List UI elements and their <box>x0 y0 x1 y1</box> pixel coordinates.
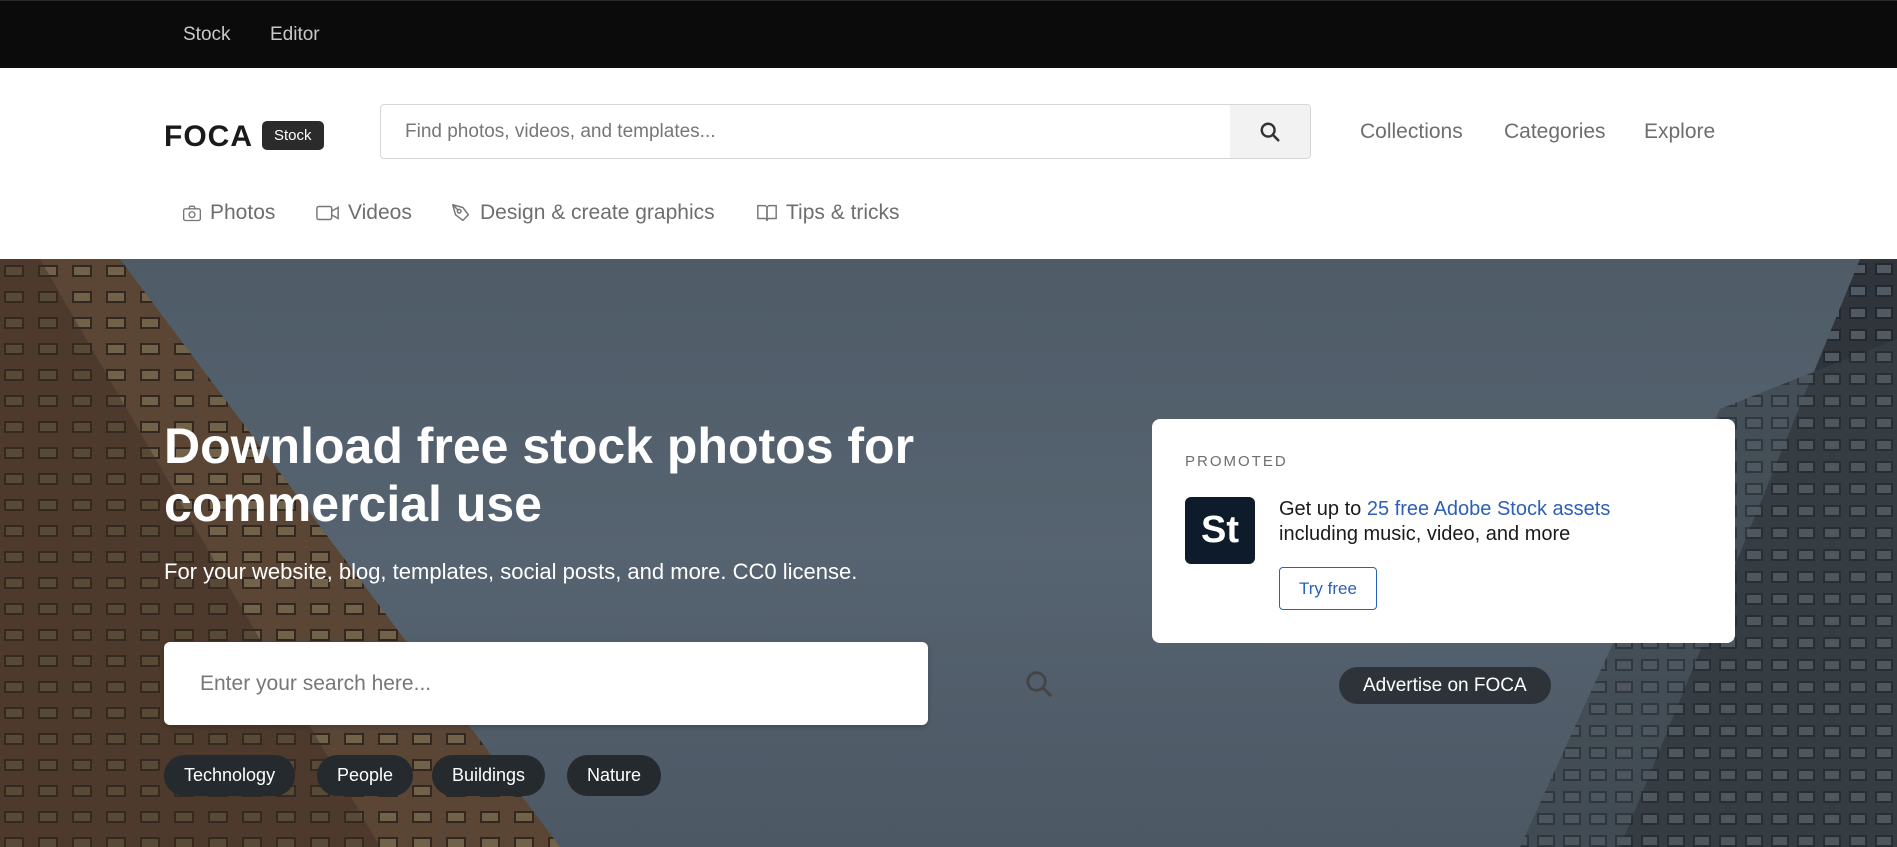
tag-nature[interactable]: Nature <box>567 755 662 796</box>
hero-search-bar <box>164 642 1052 725</box>
hero-search-input[interactable] <box>164 642 844 725</box>
promoted-label: PROMOTED <box>1185 453 1288 470</box>
promo-link[interactable]: 25 free Adobe Stock assets <box>1367 498 1611 520</box>
nav-collections[interactable]: Collections <box>1360 120 1463 144</box>
site-header: FOCA Stock Collections Categories Explor… <box>0 68 1897 259</box>
promo-text-prefix: Get up to <box>1279 498 1367 520</box>
hero-title-line2: commercial use <box>164 476 542 532</box>
subnav-videos[interactable]: Videos <box>316 198 412 228</box>
header-search-input[interactable] <box>381 105 1231 158</box>
site-logo[interactable]: FOCA <box>164 120 253 154</box>
search-icon[interactable] <box>1024 669 1054 699</box>
promo-text-suffix: including music, video, and more <box>1279 523 1571 545</box>
subnav-label: Design & create graphics <box>480 201 715 224</box>
subnav-label: Videos <box>348 201 412 224</box>
subnav-design[interactable]: Design & create graphics <box>450 198 715 228</box>
hero-section: Download free stock photos for commercia… <box>0 259 1897 847</box>
hero-title-line1: Download free stock photos for <box>164 418 915 474</box>
promo-text: Get up to 25 free Adobe Stock assets inc… <box>1279 497 1610 547</box>
subnav-tips[interactable]: Tips & tricks <box>756 198 900 228</box>
hero-title: Download free stock photos for commercia… <box>164 417 964 533</box>
camera-icon <box>183 205 201 222</box>
pen-tool-icon <box>452 204 470 222</box>
book-icon <box>757 204 777 222</box>
tag-buildings[interactable]: Buildings <box>432 755 546 796</box>
tag-people[interactable]: People <box>317 755 414 796</box>
topbar-link-editor[interactable]: Editor <box>270 24 320 46</box>
search-icon <box>1260 122 1280 142</box>
topbar-link-stock[interactable]: Stock <box>183 24 231 46</box>
try-free-button[interactable]: Try free <box>1279 567 1377 610</box>
tag-technology[interactable]: Technology <box>164 755 296 796</box>
subnav-photos[interactable]: Photos <box>182 198 275 228</box>
header-search-button[interactable] <box>1230 105 1310 158</box>
top-bar: Stock Editor <box>0 0 1897 68</box>
adobe-stock-logo: St <box>1185 497 1255 564</box>
logo-badge: Stock <box>262 121 324 150</box>
nav-categories[interactable]: Categories <box>1504 120 1606 144</box>
subnav-label: Tips & tricks <box>786 201 900 224</box>
promoted-card: PROMOTED St Get up to 25 free Adobe Stoc… <box>1152 419 1735 643</box>
advertise-button[interactable]: Advertise on FOCA <box>1339 667 1551 704</box>
header-search-bar <box>380 104 1311 159</box>
hero-subtitle: For your website, blog, templates, socia… <box>164 559 858 584</box>
nav-explore[interactable]: Explore <box>1644 120 1715 144</box>
video-camera-icon <box>316 205 339 221</box>
subnav-label: Photos <box>210 201 276 224</box>
